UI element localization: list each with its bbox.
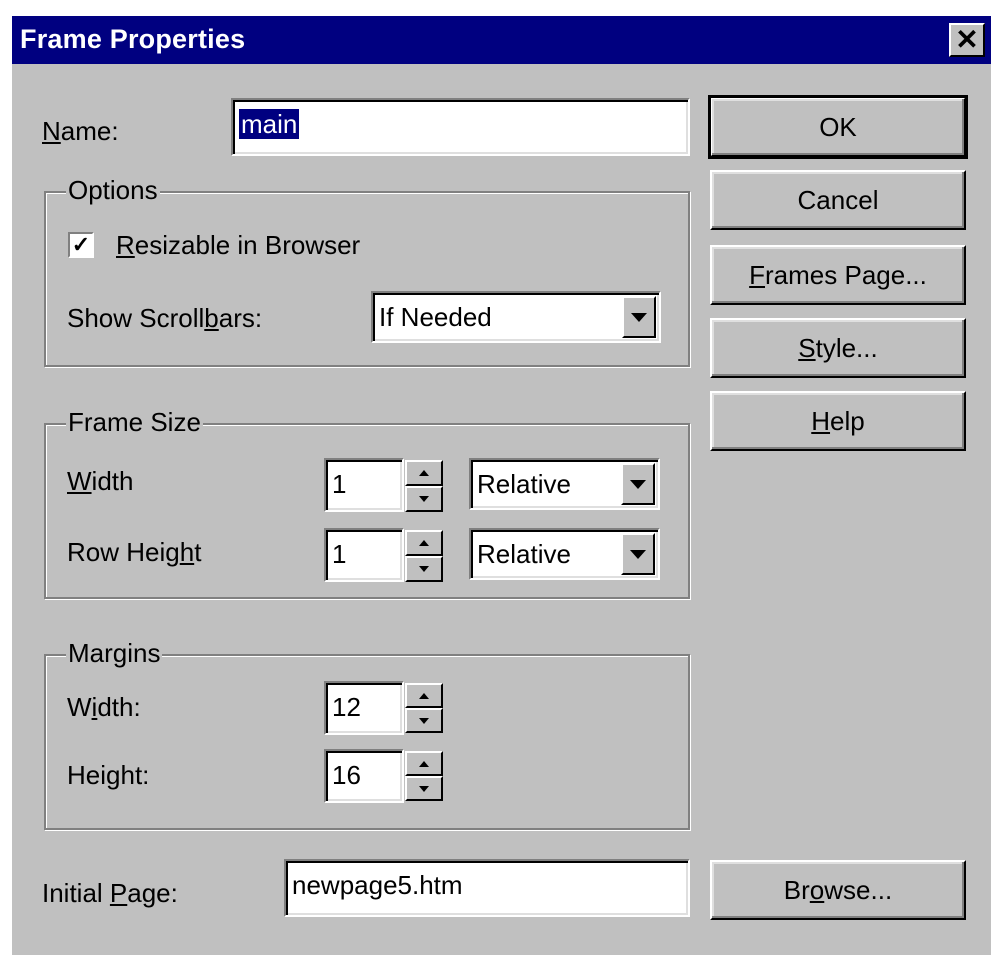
initial-page-input[interactable]: newpage5.htm: [284, 859, 690, 917]
style-button[interactable]: Style...: [710, 318, 966, 378]
spin-down-icon[interactable]: [405, 708, 443, 733]
help-button[interactable]: Help: [710, 391, 966, 451]
spin-up-icon[interactable]: [405, 530, 443, 556]
scrollbars-select[interactable]: If Needed: [371, 291, 661, 343]
margin-height-input[interactable]: 16: [324, 749, 404, 803]
margin-width-spinner[interactable]: [405, 683, 443, 733]
cancel-button[interactable]: Cancel: [710, 170, 966, 230]
chevron-down-icon[interactable]: [621, 463, 655, 505]
style-button-label: Style...: [798, 332, 878, 363]
resizable-label: Resizable in Browser: [116, 230, 361, 260]
margin-height-spinner[interactable]: [405, 751, 443, 801]
row-height-unit-select[interactable]: Relative: [469, 528, 660, 580]
spin-down-icon[interactable]: [405, 486, 443, 512]
browse-button-label: Browse...: [783, 874, 893, 905]
ok-button-label: OK: [819, 111, 857, 142]
show-scrollbars-label: Show Scrollbars:: [67, 303, 263, 333]
title-bar: Frame Properties ✕: [12, 16, 991, 64]
name-label: Name:: [42, 116, 119, 146]
margin-width-input[interactable]: 12: [324, 681, 404, 735]
browse-button[interactable]: Browse...: [710, 860, 966, 920]
initial-page-label: Initial Page:: [42, 878, 178, 908]
name-input[interactable]: main: [231, 98, 690, 156]
row-height-label: Row Height: [67, 537, 202, 567]
name-value: main: [239, 109, 300, 139]
frame-width-spinner[interactable]: [405, 460, 443, 512]
row-height-unit-value: Relative: [477, 539, 571, 569]
spin-down-icon[interactable]: [405, 556, 443, 582]
frames-page-button[interactable]: Frames Page...: [710, 245, 966, 305]
frame-width-unit-value: Relative: [477, 469, 571, 499]
row-height-spinner[interactable]: [405, 530, 443, 582]
options-group-title: Options: [66, 175, 160, 206]
chevron-down-icon[interactable]: [622, 296, 656, 338]
margin-height-value: 16: [332, 760, 361, 790]
frame-width-unit-select[interactable]: Relative: [469, 458, 660, 510]
spin-up-icon[interactable]: [405, 751, 443, 776]
close-icon: ✕: [955, 24, 979, 55]
frame-width-input[interactable]: 1: [324, 458, 404, 512]
margin-width-label: Width:: [67, 692, 141, 722]
help-button-label: Help: [811, 405, 865, 436]
cancel-button-label: Cancel: [797, 184, 879, 215]
margin-width-value: 12: [332, 692, 361, 722]
scrollbars-value: If Needed: [379, 302, 492, 332]
row-height-value: 1: [332, 539, 347, 569]
spin-down-icon[interactable]: [405, 776, 443, 801]
margins-group-title: Margins: [66, 638, 163, 669]
close-button[interactable]: ✕: [949, 23, 985, 57]
row-height-input[interactable]: 1: [324, 528, 404, 582]
frame-size-group-title: Frame Size: [66, 407, 203, 438]
frame-properties-dialog: Frame Properties ✕ Name: main Options ✓ …: [12, 16, 991, 955]
spin-up-icon[interactable]: [405, 460, 443, 486]
frame-width-value: 1: [332, 469, 347, 499]
margin-height-label: Height:: [67, 760, 150, 790]
dialog-title: Frame Properties: [20, 24, 246, 54]
frame-width-label: Width: [67, 466, 134, 496]
ok-button[interactable]: OK: [708, 95, 968, 159]
initial-page-value: newpage5.htm: [292, 870, 463, 900]
resizable-checkbox[interactable]: ✓: [68, 232, 94, 258]
checkmark-icon: ✓: [71, 232, 91, 257]
frames-page-button-label: Frames Page...: [749, 259, 927, 290]
spin-up-icon[interactable]: [405, 683, 443, 708]
chevron-down-icon[interactable]: [621, 533, 655, 575]
